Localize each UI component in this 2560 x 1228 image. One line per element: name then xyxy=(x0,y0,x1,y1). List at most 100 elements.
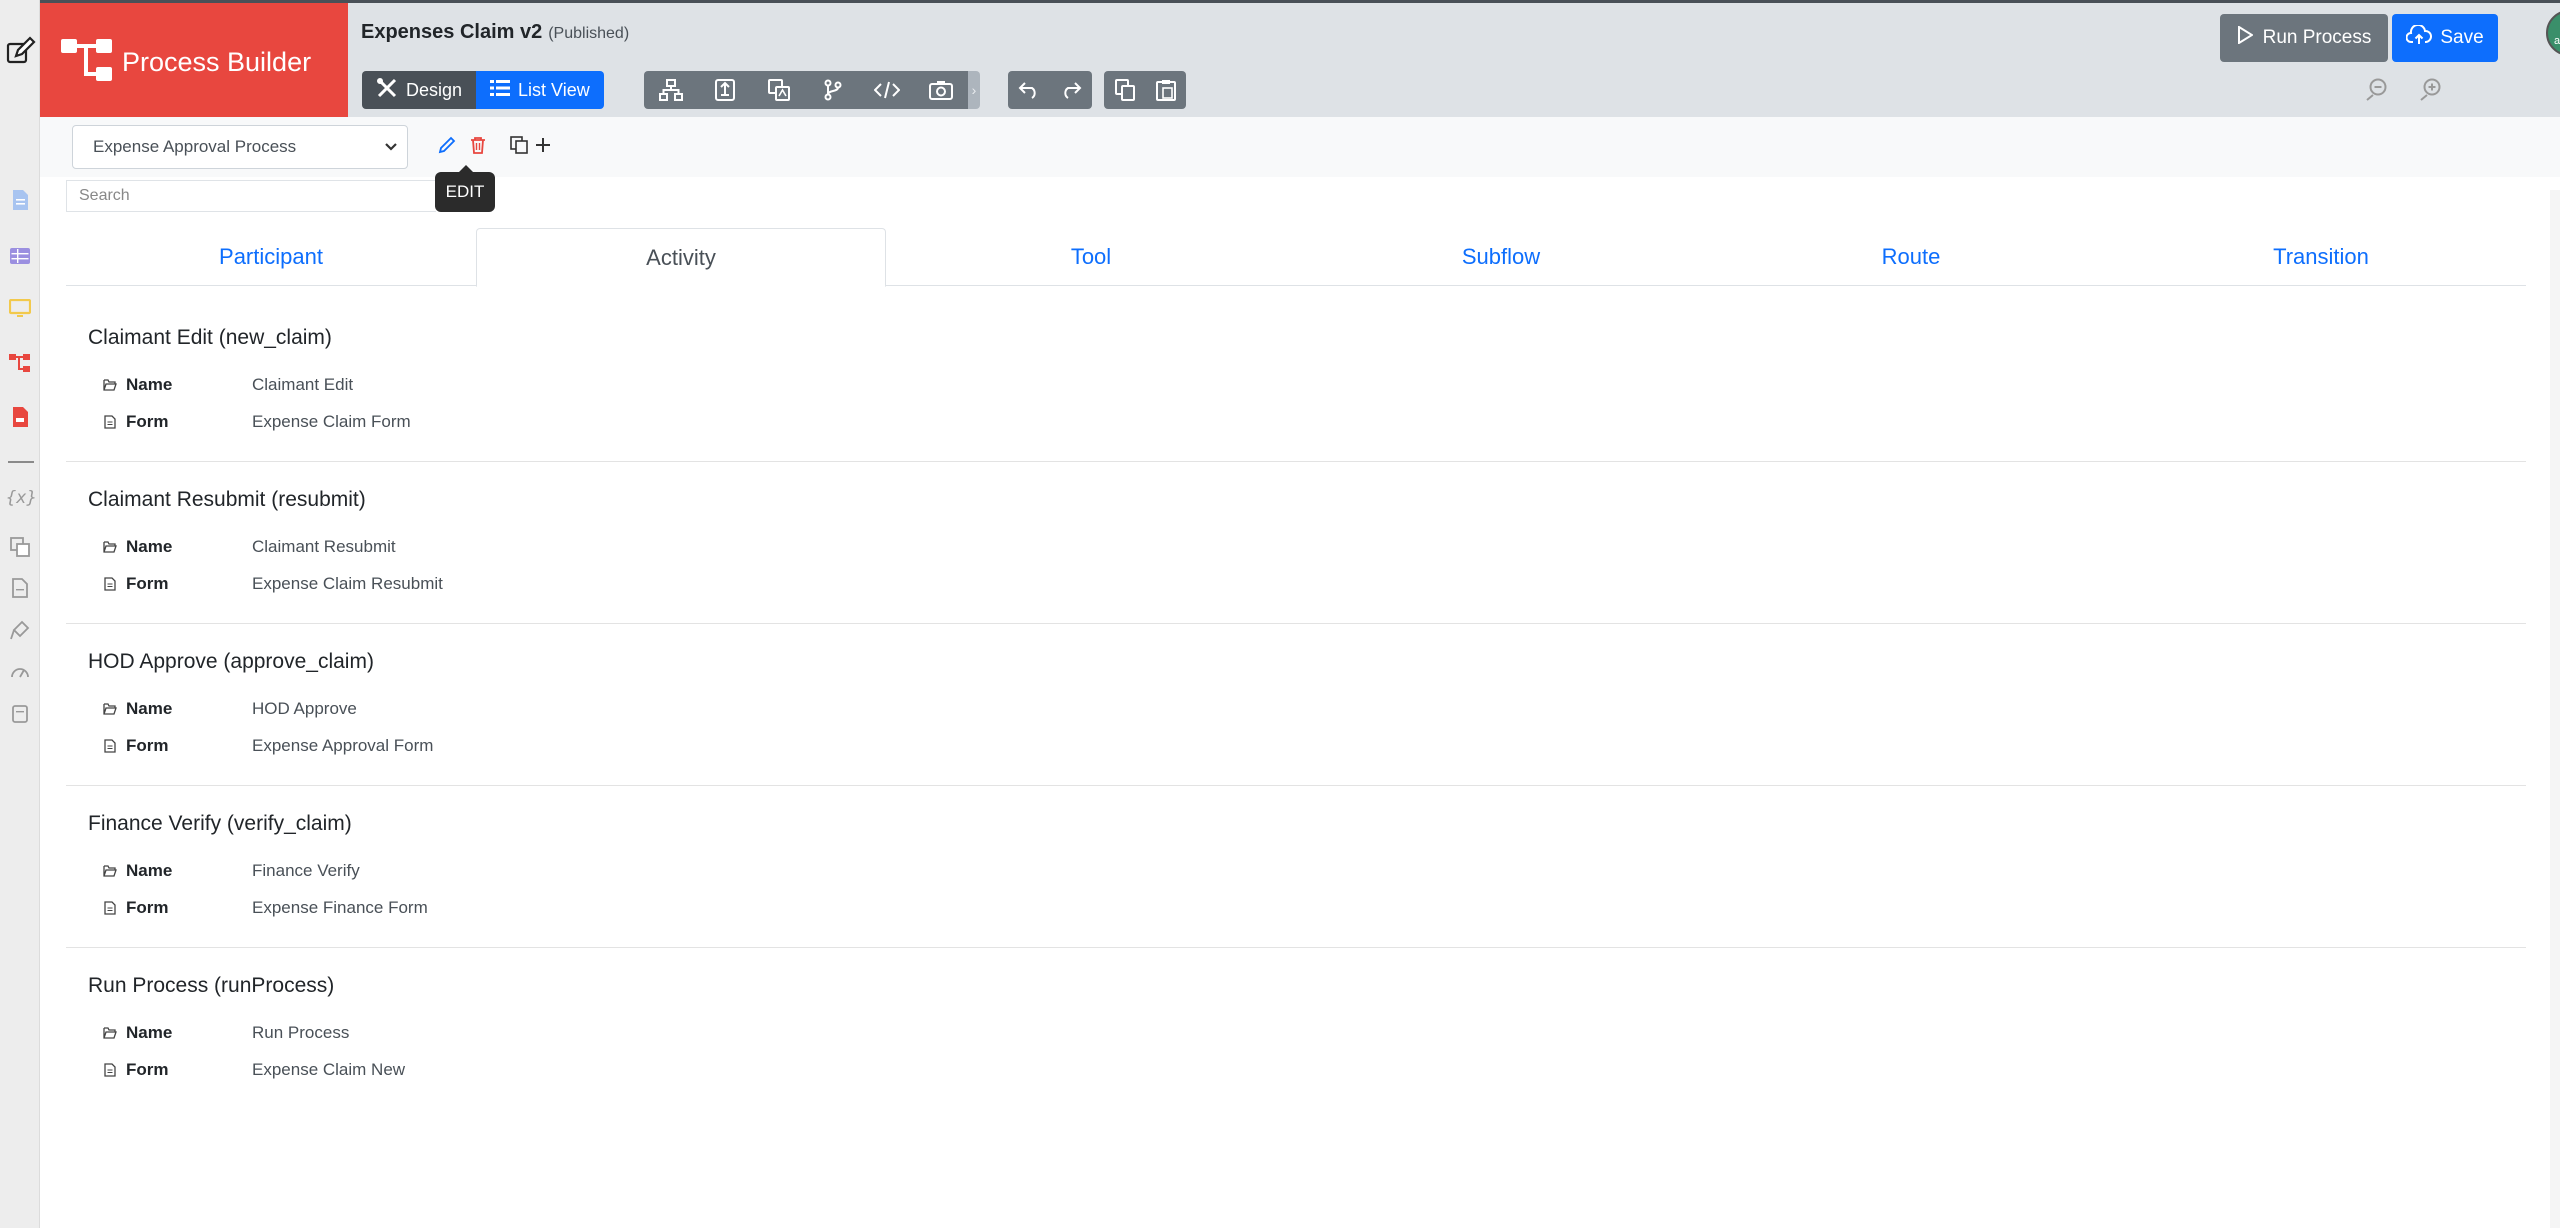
list-item[interactable]: Finance Verify (verify_claim) Name Finan… xyxy=(66,786,2526,948)
name-label: Name xyxy=(126,375,173,394)
code-icon[interactable] xyxy=(860,71,914,109)
performance-icon[interactable] xyxy=(8,660,32,684)
redo-icon[interactable] xyxy=(1050,71,1092,109)
tab-activity[interactable]: Activity xyxy=(476,228,886,287)
file-text-icon xyxy=(102,900,118,916)
duplicate-process-button[interactable] xyxy=(506,134,532,160)
logs-icon[interactable] xyxy=(8,702,32,726)
scrollbar[interactable] xyxy=(2550,190,2560,1228)
zoom-in-icon[interactable] xyxy=(2416,74,2446,104)
sitemap-icon[interactable] xyxy=(644,71,698,109)
undo-icon[interactable] xyxy=(1008,71,1050,109)
activity-form-row: Form Expense Claim Resubmit xyxy=(102,572,443,596)
edit-process-button[interactable] xyxy=(434,134,460,160)
process-select[interactable]: Expense Approval Process xyxy=(72,125,408,169)
search-input[interactable]: Search xyxy=(66,180,436,212)
folder-open-icon xyxy=(102,1025,118,1041)
process-builder-logo-icon xyxy=(60,37,118,83)
brand-name: Process Builder xyxy=(122,47,312,77)
save-label: Save xyxy=(2440,27,2484,48)
pdf-icon[interactable] xyxy=(8,405,32,429)
brand[interactable]: Process Builder xyxy=(40,3,348,117)
activity-form-value: Expense Claim Form xyxy=(252,412,411,431)
diagram-tools xyxy=(644,71,968,109)
history-tools xyxy=(1008,71,1092,109)
activity-title: Finance Verify (verify_claim) xyxy=(88,812,352,835)
activity-name-value: Finance Verify xyxy=(252,861,360,880)
element-tabs: Participant Activity Tool Subflow Route … xyxy=(66,228,2526,287)
branch-icon[interactable] xyxy=(806,71,860,109)
activity-title: Claimant Resubmit (resubmit) xyxy=(88,488,366,511)
file-icon[interactable] xyxy=(8,576,32,600)
design-label: Design xyxy=(406,79,463,100)
add-process-button[interactable] xyxy=(530,134,556,160)
list-item[interactable]: Run Process (runProcess) Name Run Proces… xyxy=(66,948,2526,1110)
activity-form-row: Form Expense Finance Form xyxy=(102,896,428,920)
process-title: Expenses Claim v2 xyxy=(361,21,543,43)
file-text-icon xyxy=(102,1062,118,1078)
activity-name-row: Name Claimant Resubmit xyxy=(102,535,396,559)
avatar-label: admin xyxy=(2554,35,2560,47)
activity-title: HOD Approve (approve_claim) xyxy=(88,650,374,673)
datalist-icon[interactable] xyxy=(8,244,32,268)
plugin-icon[interactable] xyxy=(8,618,32,642)
camera-icon[interactable] xyxy=(914,71,968,109)
tab-subflow[interactable]: Subflow xyxy=(1296,228,1706,286)
paste-icon[interactable] xyxy=(1145,71,1186,109)
view-toggle: Design List View xyxy=(362,71,604,109)
zoom-out-icon[interactable] xyxy=(2362,74,2392,104)
list-item[interactable]: Claimant Resubmit (resubmit) Name Claima… xyxy=(66,462,2526,624)
design-view-button[interactable]: Design xyxy=(362,71,477,109)
left-rail: {x} xyxy=(0,0,40,1228)
save-button[interactable]: Save xyxy=(2392,14,2498,62)
copy-icon xyxy=(510,135,528,159)
edit-app-icon[interactable] xyxy=(4,36,36,68)
cloud-upload-icon xyxy=(2405,23,2433,51)
activity-title: Run Process (runProcess) xyxy=(88,974,335,997)
tab-tool[interactable]: Tool xyxy=(886,228,1296,286)
process-icon[interactable] xyxy=(8,351,32,375)
xpdl-icon[interactable] xyxy=(698,71,752,109)
file-text-icon xyxy=(102,414,118,430)
run-process-button[interactable]: Run Process xyxy=(2220,14,2388,62)
activity-name-row: Name Finance Verify xyxy=(102,859,360,883)
list-view-label: List View xyxy=(518,79,590,100)
activity-form-row: Form Expense Approval Form xyxy=(102,734,433,758)
play-icon xyxy=(2237,25,2254,50)
name-label: Name xyxy=(126,1023,173,1042)
more-tools-icon[interactable]: › xyxy=(968,71,980,109)
tab-participant[interactable]: Participant xyxy=(66,228,476,286)
resources-icon[interactable] xyxy=(8,535,32,559)
header: Process Builder Expenses Claim v2 (Publis… xyxy=(40,0,2560,117)
folder-open-icon xyxy=(102,539,118,555)
form-label: Form xyxy=(126,574,169,593)
name-label: Name xyxy=(126,861,173,880)
variable-icon[interactable]: {x} xyxy=(6,488,37,508)
avatar[interactable]: admin xyxy=(2546,10,2560,56)
tab-route[interactable]: Route xyxy=(1706,228,2116,286)
activity-form-value: Expense Approval Form xyxy=(252,736,434,755)
form-icon[interactable] xyxy=(8,188,32,212)
activity-name-value: Run Process xyxy=(252,1023,350,1042)
list-view-button[interactable]: List View xyxy=(476,71,604,109)
tab-transition[interactable]: Transition xyxy=(2116,228,2526,286)
delete-process-button[interactable] xyxy=(465,134,491,160)
activity-name-value: Claimant Edit xyxy=(252,375,354,394)
form-label: Form xyxy=(126,898,169,917)
activity-name-value: Claimant Resubmit xyxy=(252,537,396,556)
run-process-label: Run Process xyxy=(2262,27,2372,48)
edit-tooltip: EDIT xyxy=(435,165,495,212)
activity-form-value: Expense Claim New xyxy=(252,1060,406,1079)
translate-icon[interactable] xyxy=(752,71,806,109)
folder-open-icon xyxy=(102,377,118,393)
userview-icon[interactable] xyxy=(8,297,32,321)
folder-open-icon xyxy=(102,701,118,717)
list-item[interactable]: HOD Approve (approve_claim) Name HOD App… xyxy=(66,624,2526,786)
copy-icon[interactable] xyxy=(1104,71,1145,109)
file-text-icon xyxy=(102,576,118,592)
process-select-value: Expense Approval Process xyxy=(93,137,297,156)
activity-form-row: Form Expense Claim Form xyxy=(102,410,411,434)
plus-icon xyxy=(535,137,551,158)
list-item[interactable]: Claimant Edit (new_claim) Name Claimant … xyxy=(66,300,2526,462)
chevron-down-icon xyxy=(383,138,399,159)
